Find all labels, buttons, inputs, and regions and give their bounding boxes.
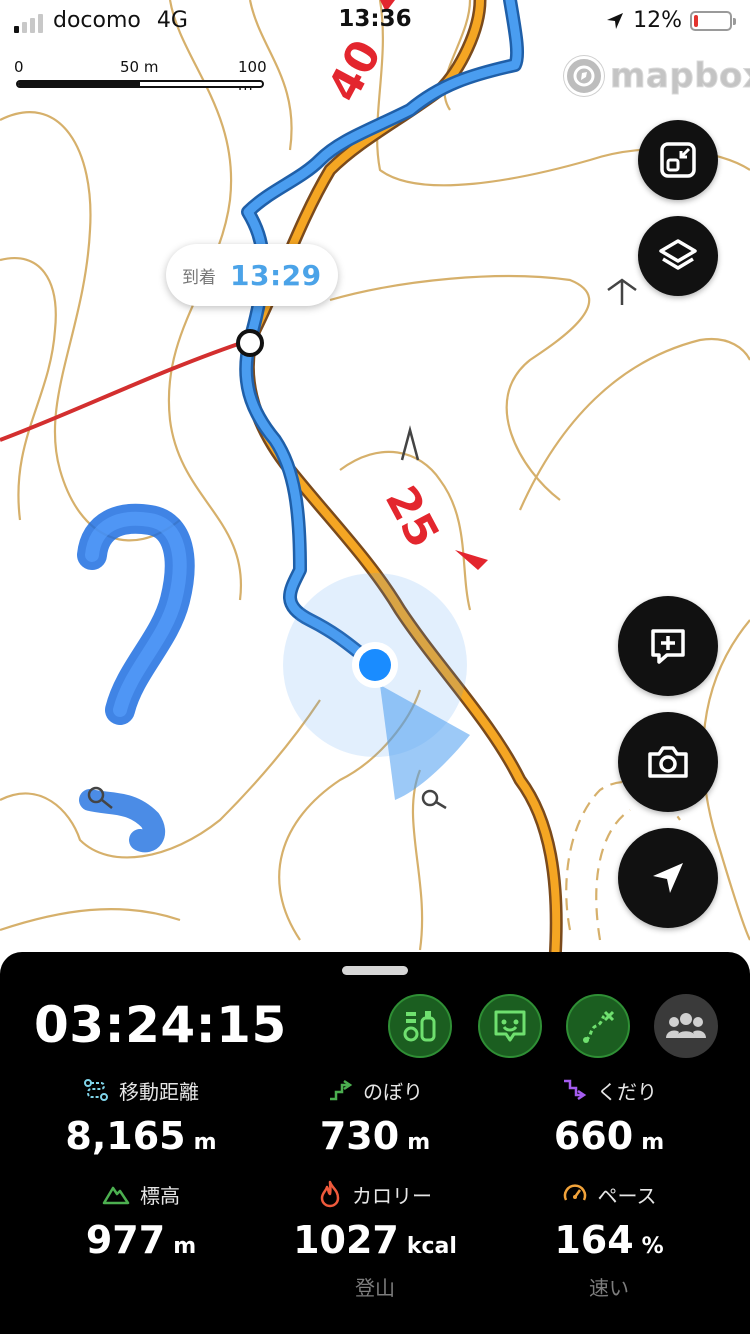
stat-descent: くだり 660 m — [484, 1076, 734, 1159]
ascent-unit: m — [407, 1130, 431, 1155]
status-icon — [494, 1010, 526, 1042]
activity-panel[interactable]: 03:24:15 移動距離 8,165 m のぼり 730 m くだり 660 … — [0, 952, 750, 1334]
group-icon — [666, 1013, 706, 1038]
distance-icon — [84, 1079, 108, 1101]
speedometer-icon — [563, 1184, 586, 1201]
mapbox-logo-icon — [564, 56, 604, 96]
altitude-unit: m — [173, 1234, 197, 1259]
road-line — [0, 338, 251, 442]
stat-pace: ペース 164% — [484, 1180, 734, 1263]
battery-icon — [690, 10, 736, 31]
scale-bar — [16, 80, 264, 88]
mid-direction-triangle — [455, 550, 488, 570]
arrival-callout[interactable]: 到着 13:29 — [166, 244, 338, 306]
fit-route-button[interactable] — [638, 120, 718, 200]
arrival-point — [236, 329, 264, 357]
altitude-value: 977 — [85, 1218, 166, 1262]
add-memo-icon — [651, 629, 685, 664]
layers-icon — [659, 239, 697, 270]
arrival-label: 到着 — [182, 267, 216, 288]
stat-ascent: のぼり 730 m — [250, 1076, 500, 1159]
checkpoint-button[interactable] — [388, 994, 452, 1058]
pace-unit: % — [641, 1234, 664, 1259]
descent-value: 660 — [553, 1114, 634, 1158]
descent-label: くだり — [597, 1079, 657, 1104]
status-bar: docomo 4G 13:36 12% — [0, 0, 750, 40]
mapbox-wordmark: mapbox — [609, 56, 750, 97]
altitude-label: 標高 — [140, 1183, 180, 1208]
status-button[interactable] — [478, 994, 542, 1058]
camera-icon — [648, 746, 688, 778]
altitude-icon — [102, 1186, 130, 1205]
stat-distance: 移動距離 8,165 m — [16, 1076, 266, 1158]
stat-calories: カロリー 1027 kcal — [250, 1180, 500, 1262]
scale-label-zero: 0 — [14, 58, 24, 76]
camera-button[interactable] — [618, 712, 718, 812]
calories-label: カロリー — [352, 1183, 432, 1208]
battery-percent: 12% — [633, 8, 682, 33]
map-view[interactable]: 40 25 到着 13:29 — [0, 0, 750, 960]
calories-unit: kcal — [406, 1234, 457, 1259]
arrival-time: 13:29 — [230, 258, 322, 292]
distance-label: 移動距離 — [119, 1079, 199, 1104]
elapsed-time: 03:24:15 — [34, 996, 287, 1054]
scale-label-max: 100 m — [238, 58, 267, 94]
ascent-icon — [330, 1079, 353, 1101]
pace-label: ペース — [597, 1183, 657, 1208]
locate-button[interactable] — [618, 828, 718, 928]
pace-value: 164 — [554, 1218, 634, 1262]
distance-value: 8,165 — [65, 1114, 186, 1158]
status-right: 12% — [605, 8, 736, 33]
ascent-value: 730 — [319, 1114, 400, 1158]
map-canvas — [0, 0, 750, 960]
descent-icon — [564, 1079, 587, 1101]
location-services-icon — [607, 12, 624, 29]
descent-unit: m — [641, 1130, 665, 1155]
mapbox-attribution[interactable]: mapbox — [564, 56, 750, 97]
ascent-label: のぼり — [363, 1079, 423, 1104]
distance-unit: m — [193, 1130, 217, 1155]
stat-altitude: 標高 977 m — [16, 1180, 266, 1263]
activity-type: 登山 — [355, 1276, 395, 1300]
route-reset-button[interactable] — [566, 994, 630, 1058]
map-scale: 0 50 m 100 m — [14, 58, 267, 94]
fit-route-icon — [660, 142, 696, 178]
current-location-dot — [359, 649, 391, 681]
route-reset-icon — [583, 1010, 615, 1043]
locate-icon — [653, 863, 683, 893]
flame-icon — [320, 1180, 340, 1208]
checkpoint-icon — [403, 1011, 436, 1042]
layers-button[interactable] — [638, 216, 718, 296]
calories-value: 1027 — [293, 1218, 399, 1262]
panel-drag-handle[interactable] — [342, 966, 408, 975]
group-button[interactable] — [654, 994, 718, 1058]
pace-rating: 速い — [589, 1276, 629, 1300]
add-memo-button[interactable] — [618, 596, 718, 696]
scale-label-mid: 50 m — [120, 58, 159, 76]
